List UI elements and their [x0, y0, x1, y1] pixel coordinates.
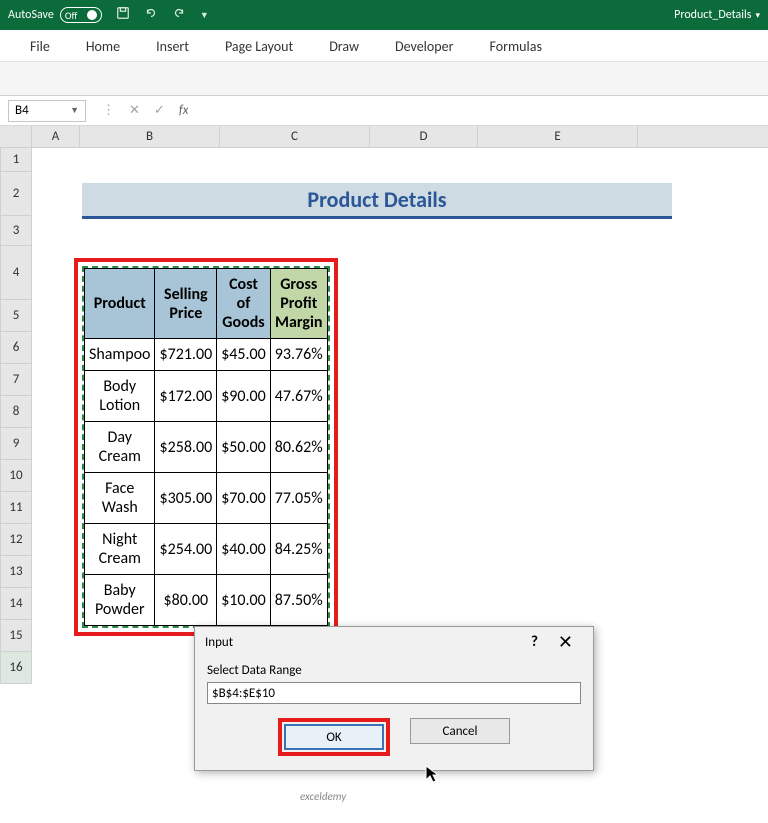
row-header-10[interactable]: 10 — [0, 460, 32, 492]
help-icon[interactable]: ? — [521, 633, 548, 651]
ribbon-tab-file[interactable]: File — [12, 32, 68, 61]
row-header-8[interactable]: 8 — [0, 396, 32, 428]
redo-icon[interactable] — [172, 6, 186, 24]
autosave-toggle[interactable]: Off — [60, 7, 102, 23]
ribbon-tab-insert[interactable]: Insert — [138, 32, 207, 61]
row-header-3[interactable]: 3 — [0, 216, 32, 246]
row-header-1[interactable]: 1 — [0, 148, 32, 172]
table-row[interactable]: Face Wash$305.00$70.0077.05% — [85, 473, 328, 524]
row-header-11[interactable]: 11 — [0, 492, 32, 524]
table-row[interactable]: Baby Powder$80.00$10.0087.50% — [85, 575, 328, 626]
column-header-A[interactable]: A — [32, 126, 80, 147]
marching-ants-border: ProductSelling PriceCost of GoodsGross P… — [82, 266, 330, 628]
table-cell[interactable]: Night Cream — [85, 524, 155, 575]
table-header[interactable]: Gross Profit Margin — [270, 269, 327, 339]
table-cell[interactable]: $305.00 — [155, 473, 217, 524]
filename: Product_Details ▾ — [674, 8, 760, 22]
row-header-13[interactable]: 13 — [0, 556, 32, 588]
row-header-14[interactable]: 14 — [0, 588, 32, 620]
table-cell[interactable]: $721.00 — [155, 339, 217, 371]
table-cell[interactable]: 80.62% — [270, 422, 327, 473]
row-header-2[interactable]: 2 — [0, 172, 32, 216]
filename-dropdown-icon[interactable]: ▾ — [755, 10, 760, 21]
table-cell[interactable]: $50.00 — [217, 422, 271, 473]
selection-highlight: ProductSelling PriceCost of GoodsGross P… — [74, 258, 338, 636]
row-header-12[interactable]: 12 — [0, 524, 32, 556]
title-bar: AutoSave Off ▼ Product_Details ▾ — [0, 0, 768, 30]
table-row[interactable]: Shampoo$721.00$45.0093.76% — [85, 339, 328, 371]
table-cell[interactable]: 77.05% — [270, 473, 327, 524]
save-icon[interactable] — [116, 6, 130, 24]
column-header-C[interactable]: C — [220, 126, 370, 147]
dropdown-icon[interactable]: ▼ — [200, 10, 209, 21]
table-row[interactable]: Night Cream$254.00$40.0084.25% — [85, 524, 328, 575]
table-cell[interactable]: 87.50% — [270, 575, 327, 626]
ribbon-spacer — [0, 62, 768, 96]
cancel-button[interactable]: Cancel — [410, 718, 510, 744]
table-cell[interactable]: 84.25% — [270, 524, 327, 575]
divider: ⋮ — [102, 103, 115, 118]
table-row[interactable]: Day Cream$258.00$50.0080.62% — [85, 422, 328, 473]
table-cell[interactable]: Shampoo — [85, 339, 155, 371]
table-cell[interactable]: $254.00 — [155, 524, 217, 575]
spreadsheet-grid[interactable]: ABCDE 12345678910111213141516 Product De… — [0, 126, 768, 148]
accept-formula-icon[interactable]: ✓ — [154, 103, 165, 118]
table-cell[interactable]: $40.00 — [217, 524, 271, 575]
column-header-D[interactable]: D — [370, 126, 478, 147]
ribbon-tab-developer[interactable]: Developer — [377, 32, 471, 61]
range-input[interactable] — [207, 682, 581, 704]
table-cell[interactable]: Day Cream — [85, 422, 155, 473]
row-header-15[interactable]: 15 — [0, 620, 32, 652]
fx-icon[interactable]: fx — [179, 103, 189, 118]
table-cell[interactable]: Body Lotion — [85, 371, 155, 422]
sheet-title: Product Details — [82, 183, 672, 219]
row-header-5[interactable]: 5 — [0, 300, 32, 332]
column-header-E[interactable]: E — [478, 126, 638, 147]
ribbon-tabs: FileHomeInsertPage LayoutDrawDeveloperFo… — [0, 30, 768, 62]
table-header[interactable]: Cost of Goods — [217, 269, 271, 339]
dialog-title: Input — [205, 635, 521, 650]
cancel-formula-icon[interactable]: ✕ — [129, 103, 140, 118]
close-icon[interactable]: ✕ — [548, 631, 583, 653]
table-cell[interactable]: $70.00 — [217, 473, 271, 524]
name-box[interactable]: B4 ▼ — [8, 100, 86, 122]
ok-button-highlight: OK — [278, 718, 390, 756]
table-header[interactable]: Product — [85, 269, 155, 339]
table-cell[interactable]: Baby Powder — [85, 575, 155, 626]
row-header-16[interactable]: 16 — [0, 652, 32, 684]
ribbon-tab-draw[interactable]: Draw — [311, 32, 377, 61]
ribbon-tab-formulas[interactable]: Formulas — [471, 32, 559, 61]
table-cell[interactable]: 47.67% — [270, 371, 327, 422]
undo-icon[interactable] — [144, 6, 158, 24]
select-all-corner[interactable] — [0, 126, 32, 147]
row-header-6[interactable]: 6 — [0, 332, 32, 364]
dialog-label: Select Data Range — [207, 663, 581, 678]
table-cell[interactable]: Face Wash — [85, 473, 155, 524]
table-row[interactable]: Body Lotion$172.00$90.0047.67% — [85, 371, 328, 422]
table-cell[interactable]: $45.00 — [217, 339, 271, 371]
product-table: ProductSelling PriceCost of GoodsGross P… — [84, 268, 328, 626]
table-cell[interactable]: $258.00 — [155, 422, 217, 473]
autosave-label: AutoSave — [8, 8, 54, 22]
column-header-B[interactable]: B — [80, 126, 220, 147]
table-cell[interactable]: $80.00 — [155, 575, 217, 626]
ok-button[interactable]: OK — [284, 724, 384, 750]
table-cell[interactable]: $172.00 — [155, 371, 217, 422]
formula-bar-row: B4 ▼ ⋮ ✕ ✓ fx — [0, 96, 768, 126]
watermark: exceldemy — [300, 790, 346, 803]
toggle-knob — [87, 10, 97, 20]
input-dialog: Input ? ✕ Select Data Range OK Cancel — [194, 626, 594, 771]
chevron-down-icon[interactable]: ▼ — [70, 105, 79, 116]
row-header-9[interactable]: 9 — [0, 428, 32, 460]
ribbon-tab-page-layout[interactable]: Page Layout — [207, 32, 311, 61]
table-cell[interactable]: $10.00 — [217, 575, 271, 626]
table-header[interactable]: Selling Price — [155, 269, 217, 339]
row-header-4[interactable]: 4 — [0, 246, 32, 300]
ribbon-tab-home[interactable]: Home — [68, 32, 138, 61]
table-cell[interactable]: $90.00 — [217, 371, 271, 422]
row-header-7[interactable]: 7 — [0, 364, 32, 396]
table-cell[interactable]: 93.76% — [270, 339, 327, 371]
